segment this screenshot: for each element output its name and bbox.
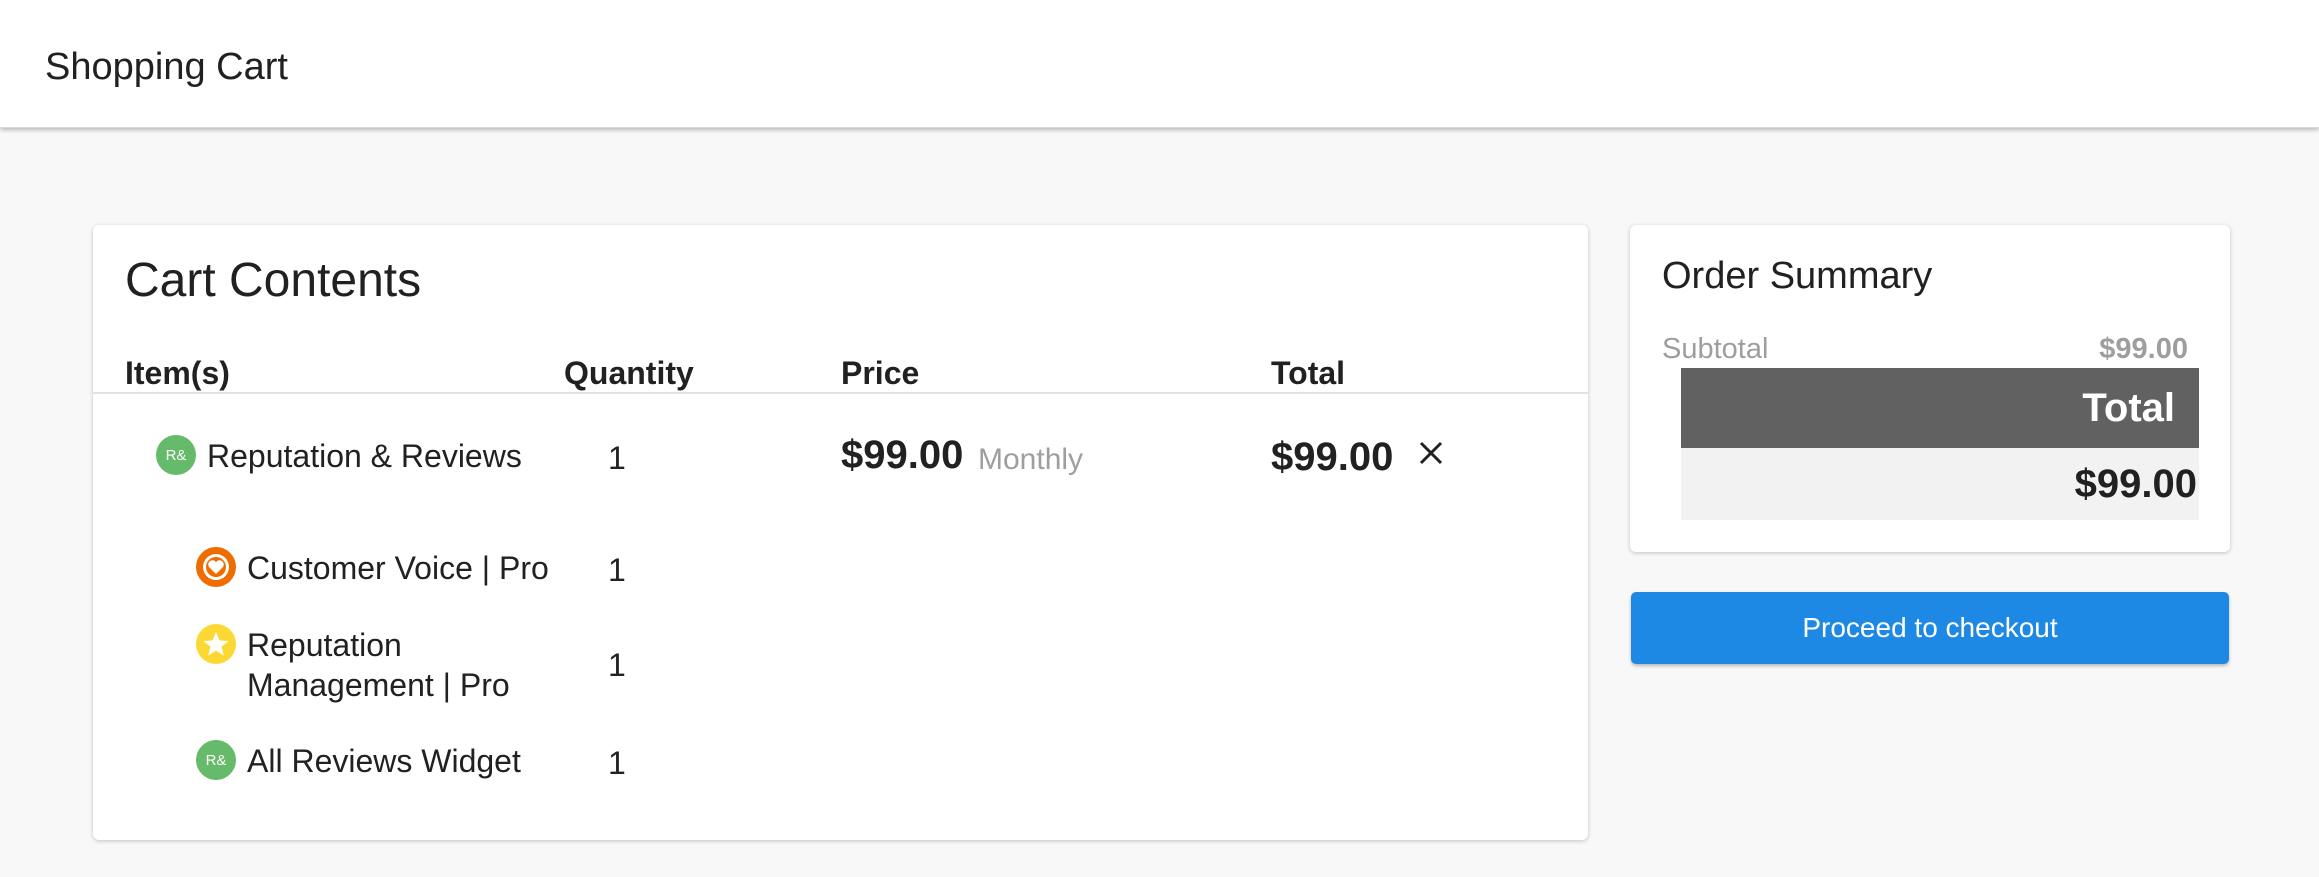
cart-contents-title: Cart Contents [125,254,422,307]
reputation-reviews-icon: R& [156,435,196,475]
subtotal-value: $99.00 [2099,333,2188,365]
sub-item-name: All Reviews Widget [247,743,521,779]
subtotal-label: Subtotal [1662,333,1769,365]
sub-item-name: Customer Voice | Pro [247,550,549,586]
total-label: Total [2082,386,2175,430]
main-item-quantity: 1 [608,440,626,476]
sub-item-quantity: 1 [608,647,626,683]
column-header-quantity: Quantity [564,355,694,391]
page-title: Shopping Cart [45,46,288,88]
order-summary-title: Order Summary [1662,255,1933,297]
sub-item-quantity: 1 [608,552,626,588]
total-header-bar: Total [1681,368,2199,448]
main-item-total: $99.00 [1271,435,1394,479]
star-icon [196,624,236,664]
sub-item-quantity: 1 [608,745,626,781]
heart-icon [196,547,236,587]
column-header-items: Item(s) [125,355,230,391]
main-item-name: Reputation & Reviews [207,438,522,474]
sub-item-name: Reputation Management | Pro [247,627,510,703]
column-header-total: Total [1271,355,1346,391]
main-item-price: $99.00 [841,433,964,477]
proceed-to-checkout-button[interactable]: Proceed to checkout [1631,592,2229,664]
close-icon[interactable] [1411,433,1451,473]
reviews-widget-icon: R& [196,740,236,780]
cart-contents-card: Cart Contents Item(s) Quantity Price Tot… [93,225,1588,840]
total-value-box: $99.00 [1681,448,2199,520]
total-value: $99.00 [2074,462,2197,506]
billing-period: Monthly [978,443,1084,476]
column-header-price: Price [841,355,920,391]
top-app-bar: Shopping Cart [0,0,2319,128]
header-divider [93,392,1588,394]
order-summary-card: Order Summary Subtotal $99.00 Total $99.… [1630,225,2230,552]
